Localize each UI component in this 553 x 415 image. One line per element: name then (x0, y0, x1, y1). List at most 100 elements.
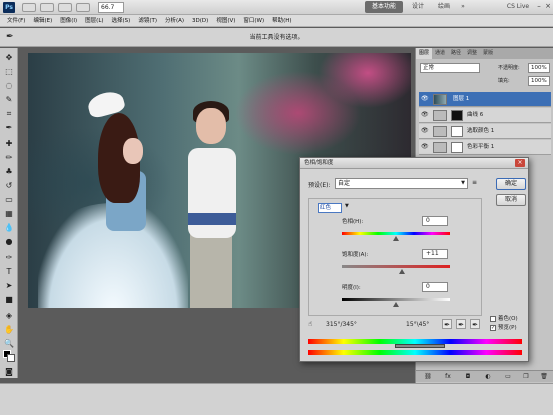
link-layers-icon[interactable]: ⛓ (424, 373, 432, 381)
view-extras-button[interactable] (58, 3, 72, 12)
workspace-tab-essentials[interactable]: 基本功能 (365, 1, 403, 13)
pen-tool-icon[interactable]: ✑ (3, 252, 15, 263)
workspace-tab-design[interactable]: 设计 (407, 1, 429, 13)
layer-mask-thumbnail (451, 142, 463, 153)
lightness-slider-track[interactable] (342, 298, 450, 301)
adjustment-layer-icon[interactable]: ◐ (484, 373, 492, 381)
eye-icon[interactable]: 👁 (421, 111, 429, 119)
preset-options-icon[interactable]: ≡ (472, 179, 477, 186)
opacity-field[interactable]: 100% (528, 63, 550, 73)
edit-target-select[interactable]: 红色 (318, 203, 342, 213)
add-mask-icon[interactable]: ◘ (464, 373, 472, 381)
tab-adjustments[interactable]: 调整 (464, 48, 480, 59)
layer-row[interactable]: 👁 图层 1 (419, 92, 551, 107)
photo-groom-sash (188, 213, 236, 225)
arrange-documents-button[interactable] (76, 3, 90, 12)
layer-style-icon[interactable]: fx (444, 373, 452, 381)
menu-select[interactable]: 选择(S) (108, 15, 135, 26)
saturation-slider-track[interactable] (342, 265, 450, 268)
tab-channels[interactable]: 通道 (432, 48, 448, 59)
lightness-field[interactable]: 0 (422, 282, 448, 292)
panel-tabs: 图层 通道 路径 调整 蒙版 (416, 48, 553, 59)
menu-window[interactable]: 窗口(W) (239, 15, 268, 26)
brush-tool-icon[interactable]: ✏ (3, 152, 15, 163)
shape-tool-icon[interactable]: ■ (3, 294, 15, 305)
colorize-checkbox[interactable] (490, 315, 496, 322)
blur-tool-icon[interactable]: 💧 (3, 222, 15, 233)
layer-row[interactable]: 👁 曲线 6 (419, 108, 551, 123)
launch-minibridge-button[interactable] (40, 3, 54, 12)
preview-checkbox[interactable]: ✓ (490, 324, 496, 331)
menu-analysis[interactable]: 分析(A) (161, 15, 188, 26)
hand-tool-icon[interactable]: ✋ (3, 324, 15, 335)
move-tool-icon[interactable]: ✥ (3, 52, 15, 63)
quick-mask-icon[interactable]: ◙ (3, 366, 15, 377)
dialog-title[interactable]: 色相/饱和度 (300, 158, 528, 169)
workspace-tab-painting[interactable]: 绘画 (433, 1, 455, 13)
crop-tool-icon[interactable]: ⌗ (3, 108, 15, 119)
menu-help[interactable]: 帮助(H) (268, 15, 295, 26)
eye-icon[interactable]: 👁 (421, 95, 429, 103)
lightness-slider-handle[interactable] (393, 302, 399, 307)
menu-edit[interactable]: 编辑(E) (29, 15, 56, 26)
menu-view[interactable]: 视图(V) (212, 15, 239, 26)
eyedropper-tool-icon-box[interactable]: ✒ (3, 122, 15, 133)
eye-icon[interactable]: 👁 (421, 143, 429, 151)
close-icon[interactable]: × (515, 159, 525, 167)
lasso-tool-icon[interactable]: ◌ (3, 80, 15, 91)
colorize-checkbox-row[interactable]: 着色(O) (490, 315, 518, 323)
tab-layers[interactable]: 图层 (416, 48, 433, 59)
marquee-tool-icon[interactable]: ⬚ (3, 66, 15, 77)
targeted-adjustment-icon[interactable]: ☝ (308, 320, 312, 328)
preview-checkbox-row[interactable]: ✓ 预览(P) (490, 324, 517, 332)
dodge-tool-icon[interactable]: ● (3, 236, 15, 247)
workspace-more-icon[interactable]: » (458, 1, 468, 13)
cancel-button[interactable]: 取消 (496, 194, 526, 206)
range-selector[interactable] (395, 344, 445, 348)
healing-brush-tool-icon[interactable]: ✚ (3, 138, 15, 149)
tab-masks[interactable]: 蒙版 (480, 48, 496, 59)
cs-live-button[interactable]: CS Live (503, 1, 533, 13)
gradient-tool-icon[interactable]: ▦ (3, 208, 15, 219)
chevron-down-icon: ▼ (461, 180, 465, 186)
saturation-slider-handle[interactable] (399, 269, 405, 274)
ok-button[interactable]: 确定 (496, 178, 526, 190)
blend-mode-select[interactable]: 正常 (420, 63, 480, 73)
history-brush-tool-icon[interactable]: ↺ (3, 180, 15, 191)
fill-field[interactable]: 100% (528, 76, 550, 86)
new-group-icon[interactable]: ▭ (504, 373, 512, 381)
menu-layer[interactable]: 图层(L) (81, 15, 107, 26)
hue-slider-track[interactable] (342, 232, 450, 235)
launch-bridge-button[interactable] (22, 3, 36, 12)
tab-paths[interactable]: 路径 (448, 48, 464, 59)
path-selection-tool-icon[interactable]: ➤ (3, 280, 15, 291)
chevron-down-icon[interactable]: ▼ (345, 203, 349, 209)
eye-icon[interactable]: 👁 (421, 127, 429, 135)
zoom-level-field[interactable]: 66.7 (98, 2, 124, 13)
eyedropper-icon[interactable]: ✒ (442, 319, 452, 329)
3d-rotate-tool-icon[interactable]: ◈ (3, 310, 15, 321)
delete-layer-icon[interactable]: 🗑 (540, 373, 548, 381)
menu-image[interactable]: 图像(I) (56, 15, 81, 26)
layer-name: 曲线 6 (467, 112, 484, 118)
layer-row[interactable]: 👁 色彩平衡 1 (419, 140, 551, 155)
type-tool-icon[interactable]: T (3, 266, 15, 277)
clone-stamp-tool-icon[interactable]: ♣ (3, 166, 15, 177)
preset-select[interactable]: 自定 ▼ (335, 178, 468, 189)
quick-selection-tool-icon[interactable]: ✎ (3, 94, 15, 105)
zoom-tool-icon[interactable]: 🔍 (3, 338, 15, 349)
hue-slider-handle[interactable] (393, 236, 399, 241)
background-color-swatch[interactable] (7, 354, 15, 362)
menu-filter[interactable]: 滤镜(T) (134, 15, 161, 26)
minimize-icon[interactable]: – (535, 2, 543, 10)
menu-file[interactable]: 文件(F) (3, 15, 29, 26)
hue-field[interactable]: 0 (422, 216, 448, 226)
menu-3d[interactable]: 3D(D) (188, 15, 212, 26)
saturation-field[interactable]: +11 (422, 249, 448, 259)
new-layer-icon[interactable]: ❐ (522, 373, 530, 381)
layer-row[interactable]: 👁 选取颜色 1 (419, 124, 551, 139)
eyedropper-minus-icon[interactable]: ✒ (470, 319, 480, 329)
close-window-icon[interactable]: × (544, 2, 552, 10)
eraser-tool-icon[interactable]: ▭ (3, 194, 15, 205)
eyedropper-plus-icon[interactable]: ✒ (456, 319, 466, 329)
